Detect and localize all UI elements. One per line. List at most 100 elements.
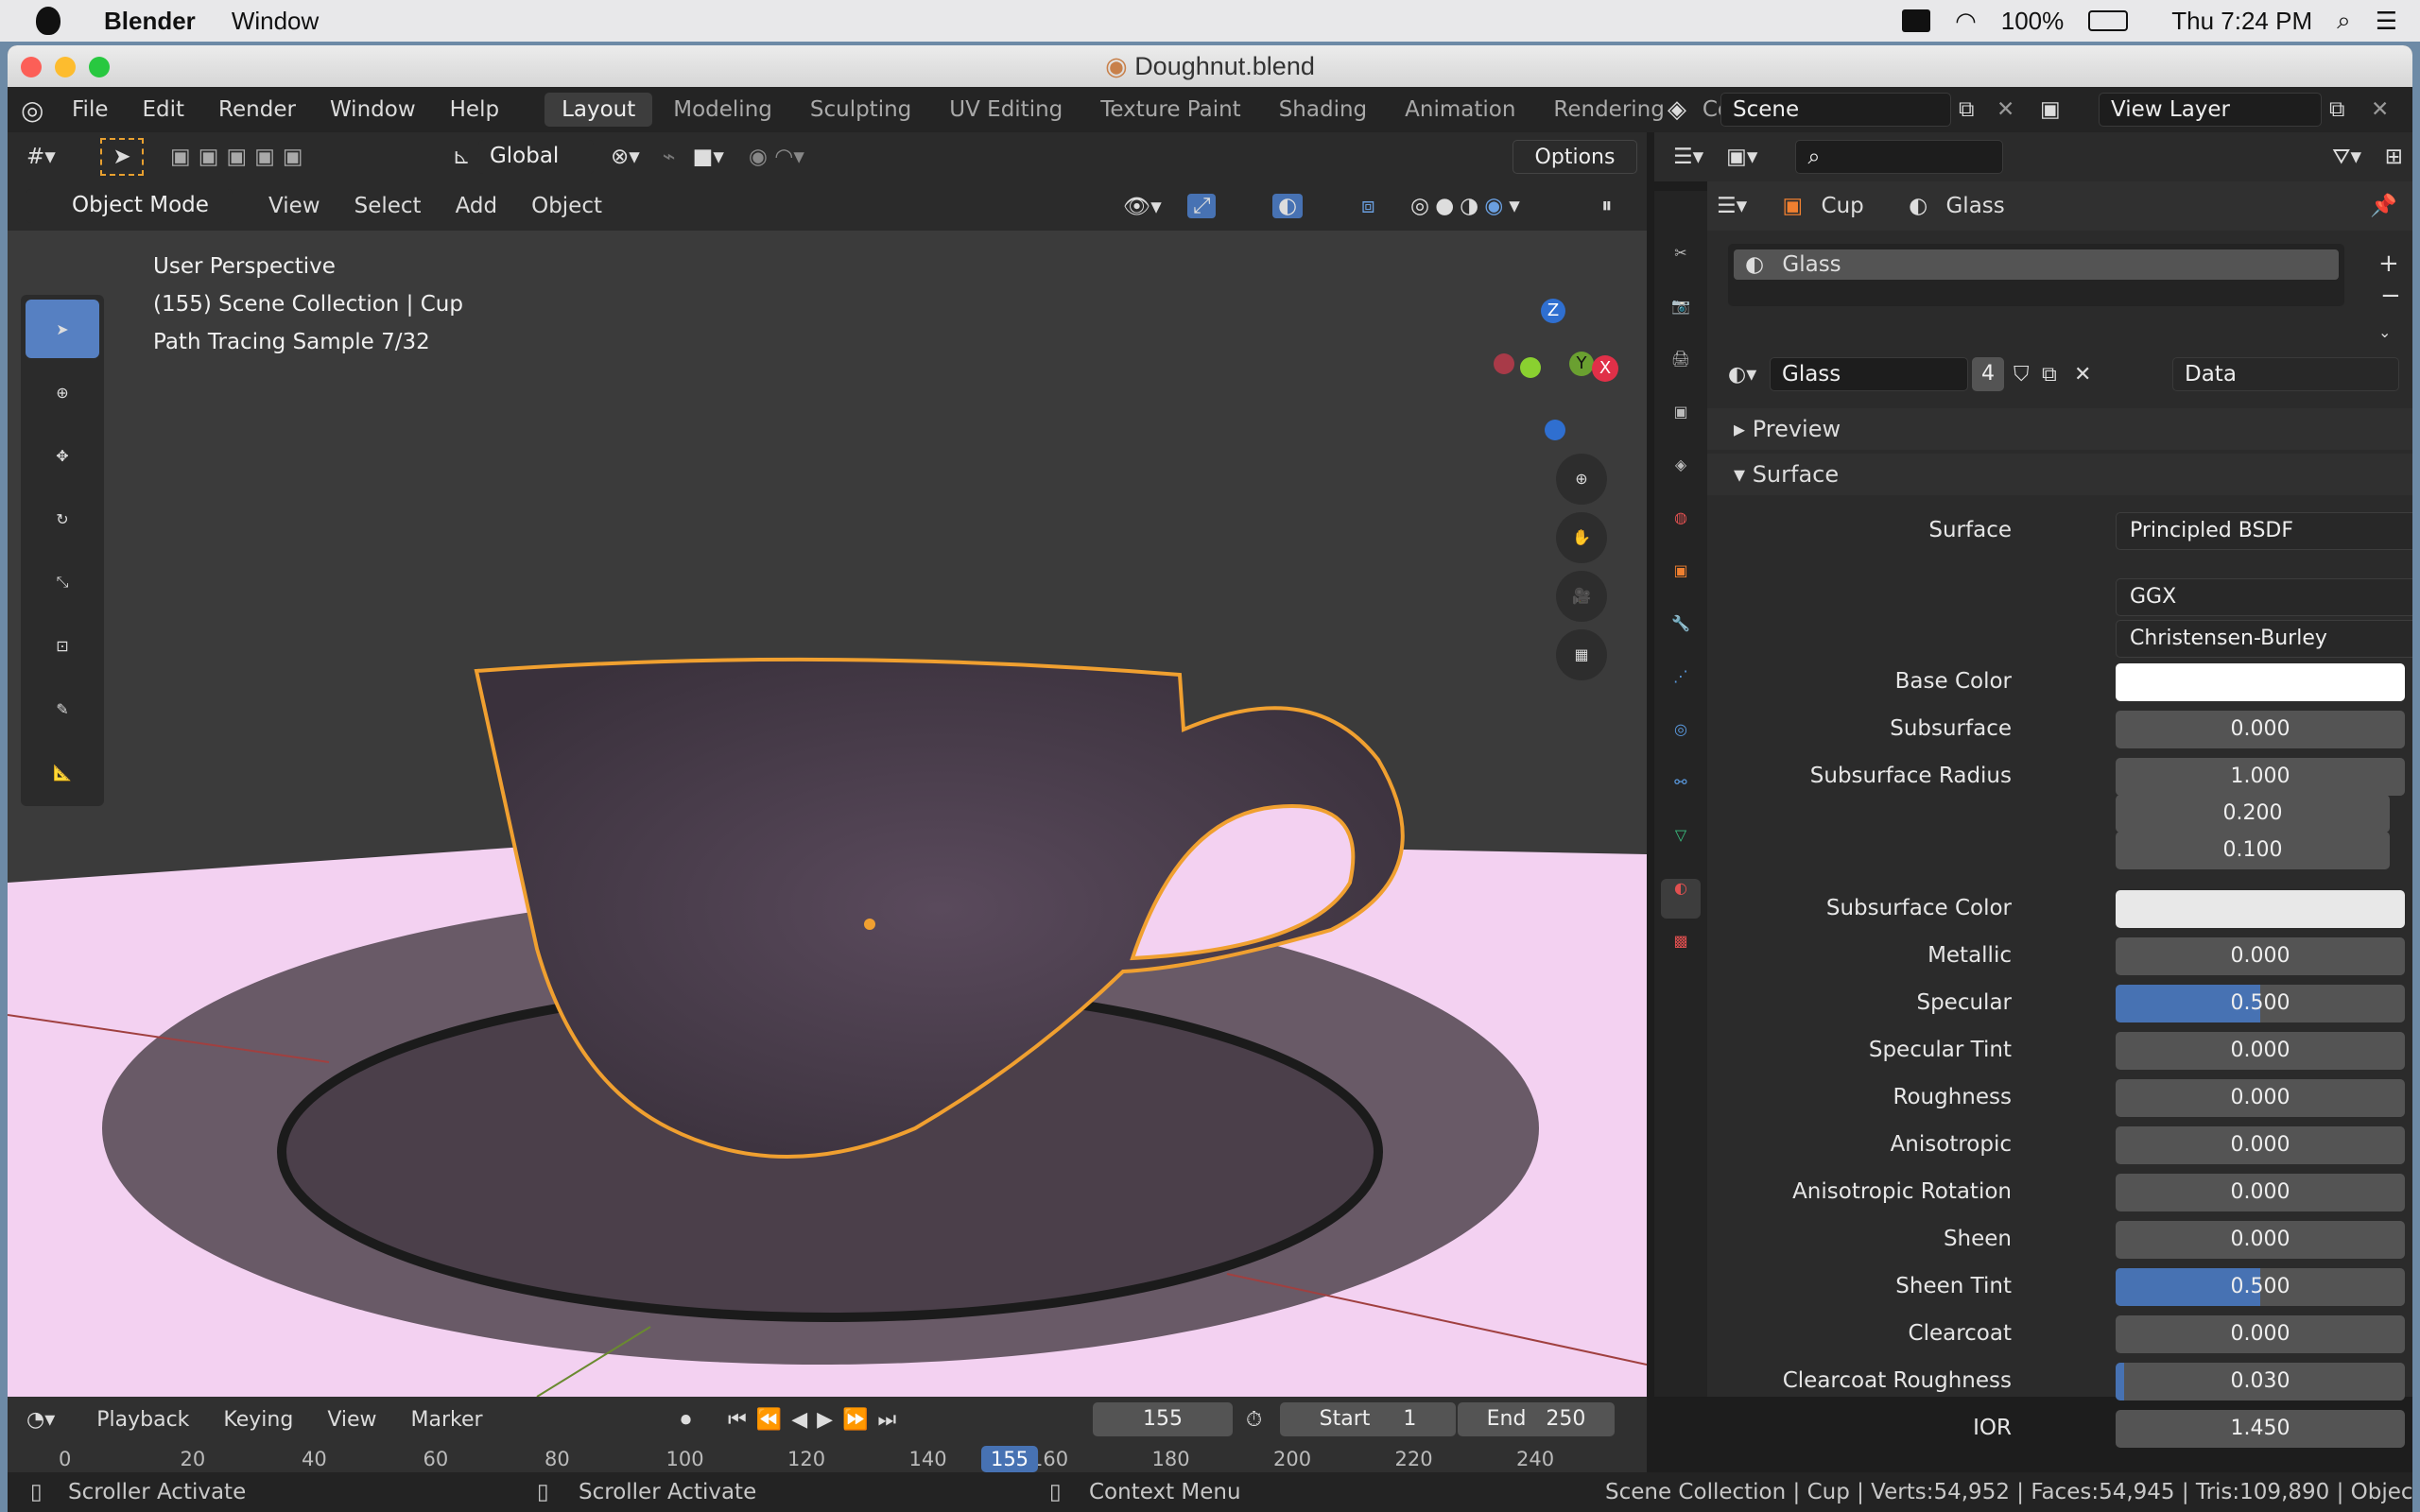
link-select[interactable]: Data <box>2172 357 2399 391</box>
timeline-view-menu[interactable]: View <box>310 1408 393 1432</box>
properties-context-icon[interactable]: ☰▾ <box>1717 194 1747 218</box>
selection-mode-icons[interactable]: ▣▣▣▣▣ <box>170 145 311 169</box>
current-frame-field[interactable]: 155 <box>1093 1402 1233 1436</box>
world-tab-icon[interactable]: ◍ <box>1661 508 1701 548</box>
color-swatch[interactable] <box>2116 890 2405 928</box>
battery-icon[interactable] <box>2088 10 2129 31</box>
playback-menu[interactable]: Playback <box>79 1408 206 1432</box>
gizmo-z-axis[interactable]: Z <box>1541 299 1565 323</box>
subsurface-method-select[interactable]: Christensen-Burley <box>2116 620 2412 658</box>
gizmo-neg-x[interactable] <box>1494 353 1514 374</box>
param-value-slider[interactable]: 0.000 <box>2116 1032 2405 1070</box>
snap-target-icon[interactable]: ■▾ <box>693 145 724 169</box>
notification-center-icon[interactable]: ☰ <box>2376 7 2397 36</box>
gizmo-neg-z[interactable] <box>1545 420 1565 440</box>
fake-user-icon[interactable]: ⛉ <box>2014 363 2030 387</box>
render-tab-icon[interactable]: 📷 <box>1661 297 1701 336</box>
vp-menu-object[interactable]: Object <box>514 194 619 218</box>
proportional-edit-icon[interactable]: ◉ ◠▾ <box>749 145 804 169</box>
object-mode-select[interactable]: Object Mode <box>26 189 233 223</box>
menubar-window[interactable]: Window <box>232 7 319 36</box>
scale-tool-icon[interactable]: ⤡ <box>26 553 99 611</box>
surface-panel-header[interactable]: ▾ Surface <box>1707 454 2412 495</box>
material-slot-list[interactable]: ◐ Glass <box>1728 244 2344 306</box>
param-value-slider[interactable]: 0.500 <box>2116 1268 2405 1306</box>
close-window-button[interactable] <box>21 57 42 77</box>
distribution-select[interactable]: GGX <box>2116 578 2412 616</box>
view-layer-icon[interactable]: ▣ <box>2040 97 2061 122</box>
filter-icon[interactable]: ⛛▾ <box>2332 145 2361 169</box>
vp-menu-select[interactable]: Select <box>337 194 439 218</box>
texture-tab-icon[interactable]: ▩ <box>1661 932 1701 971</box>
marker-menu[interactable]: Marker <box>394 1408 500 1432</box>
pause-render-icon[interactable]: ⏸ <box>1601 194 1613 218</box>
transform-orientation-select[interactable]: Global <box>477 140 594 174</box>
app-menu-blender[interactable]: Blender <box>104 7 196 36</box>
delete-scene-icon[interactable]: ✕ <box>1996 97 2014 122</box>
playback-controls-icons[interactable]: ⏮⏪◀▶⏩⏭ <box>728 1408 906 1432</box>
select-box-tool-icon[interactable]: ➤ <box>26 300 99 358</box>
tab-uv-editing[interactable]: UV Editing <box>932 93 1080 127</box>
param-value-slider[interactable]: 0.030 <box>2116 1363 2405 1400</box>
menu-edit[interactable]: Edit <box>126 97 202 122</box>
preview-panel-header[interactable]: ▸ Preview <box>1707 408 2412 450</box>
output-tab-icon[interactable]: 🖨 <box>1661 350 1701 389</box>
new-scene-icon[interactable]: ⧉ <box>1959 97 1974 122</box>
auto-key-icon[interactable]: ⏺ <box>681 1408 691 1432</box>
param-value-slider[interactable]: 1.450 <box>2116 1410 2405 1448</box>
new-view-layer-icon[interactable]: ⧉ <box>2329 97 2344 122</box>
add-slot-icon[interactable]: + <box>2378 249 2399 278</box>
modifier-tab-icon[interactable]: 🔧 <box>1661 614 1701 654</box>
material-tab-icon[interactable]: ◐ <box>1661 879 1701 919</box>
particles-tab-icon[interactable]: ⋰ <box>1661 667 1701 707</box>
tool-tab-icon[interactable]: ✂ <box>1661 244 1701 284</box>
menu-file[interactable]: File <box>55 97 126 122</box>
param-value-slider[interactable]: 0.000 <box>2116 1174 2405 1211</box>
delete-view-layer-icon[interactable]: ✕ <box>2371 97 2389 122</box>
scene-selector[interactable]: Scene <box>1720 93 1951 127</box>
editor-type-icon[interactable]: #▾ <box>26 145 79 169</box>
clock[interactable]: Thu 7:24 PM <box>2171 7 2312 36</box>
param-value-slider[interactable]: 0.000 <box>2116 711 2405 748</box>
view-layer-tab-icon[interactable]: ▣ <box>1661 403 1701 442</box>
display-mode-icon[interactable]: ▣▾ <box>1726 145 1757 169</box>
timeline-editor-icon[interactable]: ◔▾ <box>26 1408 55 1432</box>
data-tab-icon[interactable]: ▽ <box>1661 826 1701 866</box>
unlink-material-icon[interactable]: ✕ <box>2074 363 2091 387</box>
start-frame-field[interactable]: Start 1 <box>1280 1402 1456 1436</box>
gizmo-toggle-icon[interactable]: ⤢ <box>1187 194 1217 218</box>
duplicate-material-icon[interactable]: ⧉ <box>2042 363 2057 387</box>
notification-icon[interactable] <box>1902 9 1931 32</box>
scene-tab-icon[interactable]: ◈ <box>1661 455 1701 495</box>
material-slot-item[interactable]: ◐ Glass <box>1734 249 2339 280</box>
browse-material-icon[interactable]: ◐▾ <box>1728 363 1756 387</box>
wifi-icon[interactable]: ◠ <box>1955 7 1977 36</box>
snap-icon[interactable]: ⌁ <box>663 145 676 169</box>
scene-icon[interactable]: ◈ <box>1668 95 1686 124</box>
param-value-slider[interactable]: 0.000 <box>2116 1221 2405 1259</box>
gizmo-x-axis[interactable]: X <box>1592 355 1618 382</box>
material-users-count[interactable]: 4 <box>1972 357 2004 391</box>
navigation-gizmo[interactable]: Z Y X <box>1482 297 1624 440</box>
view-layer-selector[interactable]: View Layer <box>2099 93 2322 127</box>
tab-shading[interactable]: Shading <box>1262 93 1384 127</box>
menu-window[interactable]: Window <box>313 97 433 122</box>
minimize-window-button[interactable] <box>55 57 76 77</box>
gizmo-y-axis[interactable]: Y <box>1569 352 1594 376</box>
select-tool-icon[interactable]: ➤ <box>100 138 144 176</box>
param-value-slider[interactable]: 0.000 <box>2116 1079 2405 1117</box>
new-collection-icon[interactable]: ⊞ <box>2385 145 2403 169</box>
pivot-point-icon[interactable]: ⊗▾ <box>611 145 640 169</box>
move-tool-icon[interactable]: ✥ <box>26 426 99 485</box>
options-dropdown[interactable]: Options <box>1512 140 1637 174</box>
pan-hand-icon[interactable]: ✋ <box>1556 512 1607 563</box>
menu-help[interactable]: Help <box>433 97 516 122</box>
transform-tool-icon[interactable]: ⊡ <box>26 616 99 675</box>
xray-icon[interactable]: ⧈ <box>1361 194 1375 218</box>
tab-modeling[interactable]: Modeling <box>656 93 789 127</box>
tab-sculpting[interactable]: Sculpting <box>793 93 928 127</box>
param-value-field[interactable]: 0.100 <box>2116 832 2390 869</box>
preview-range-icon[interactable]: ⏱ <box>1246 1408 1262 1432</box>
measure-tool-icon[interactable]: 📐 <box>26 743 99 801</box>
slot-specials-icon[interactable]: ⌄ <box>2378 323 2391 341</box>
